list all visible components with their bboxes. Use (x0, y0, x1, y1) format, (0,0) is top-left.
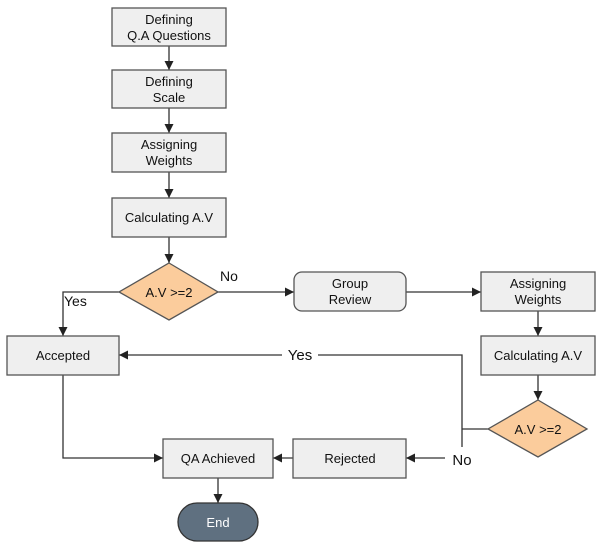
svg-text:Weights: Weights (515, 292, 562, 307)
svg-text:Defining: Defining (145, 74, 193, 89)
node-defining-questions: Defining Q.A Questions (111, 7, 227, 47)
svg-text:Assigning: Assigning (510, 276, 566, 291)
svg-text:Assigning: Assigning (141, 137, 197, 152)
svg-text:Defining: Defining (145, 12, 193, 27)
svg-text:Scale: Scale (153, 90, 186, 105)
svg-text:Weights: Weights (146, 153, 193, 168)
svg-text:Review: Review (329, 292, 372, 307)
svg-text:Rejected: Rejected (324, 451, 375, 466)
node-qa-achieved: QA Achieved (162, 438, 274, 479)
svg-text:QA Achieved: QA Achieved (181, 451, 255, 466)
arrow-accepted-to-qa (62, 375, 163, 463)
svg-text:A.V >=2: A.V >=2 (515, 422, 562, 437)
svg-text:Calculating A.V: Calculating A.V (125, 210, 213, 225)
svg-text:End: End (206, 515, 229, 530)
svg-text:Q.A Questions: Q.A Questions (127, 28, 211, 43)
flowchart: Yes No Yes No Defining Q.A Questions Def… (6, 7, 596, 542)
node-defining-scale: Defining Scale (111, 69, 227, 109)
node-assigning-weights-1: Assigning Weights (111, 132, 227, 173)
line-decision2-yes (318, 354, 463, 447)
node-group-review: Group Review (293, 271, 407, 312)
node-rejected: Rejected (292, 438, 407, 479)
label-d2-no: No (452, 452, 471, 469)
node-calculating-av-2: Calculating A.V (480, 335, 596, 376)
label-d1-yes: Yes (64, 293, 87, 309)
svg-text:Accepted: Accepted (36, 348, 90, 363)
svg-text:A.V >=2: A.V >=2 (146, 285, 193, 300)
label-d1-no: No (220, 268, 238, 284)
node-decision-1: A.V >=2 (117, 262, 220, 321)
node-end: End (177, 502, 259, 542)
node-assigning-weights-2: Assigning Weights (480, 271, 596, 312)
svg-text:Calculating A.V: Calculating A.V (494, 348, 582, 363)
node-accepted: Accepted (6, 335, 120, 376)
label-d2-yes: Yes (288, 347, 312, 364)
node-calculating-av-1: Calculating A.V (111, 197, 227, 238)
svg-text:Group: Group (332, 276, 368, 291)
node-decision-2: A.V >=2 (486, 399, 589, 458)
